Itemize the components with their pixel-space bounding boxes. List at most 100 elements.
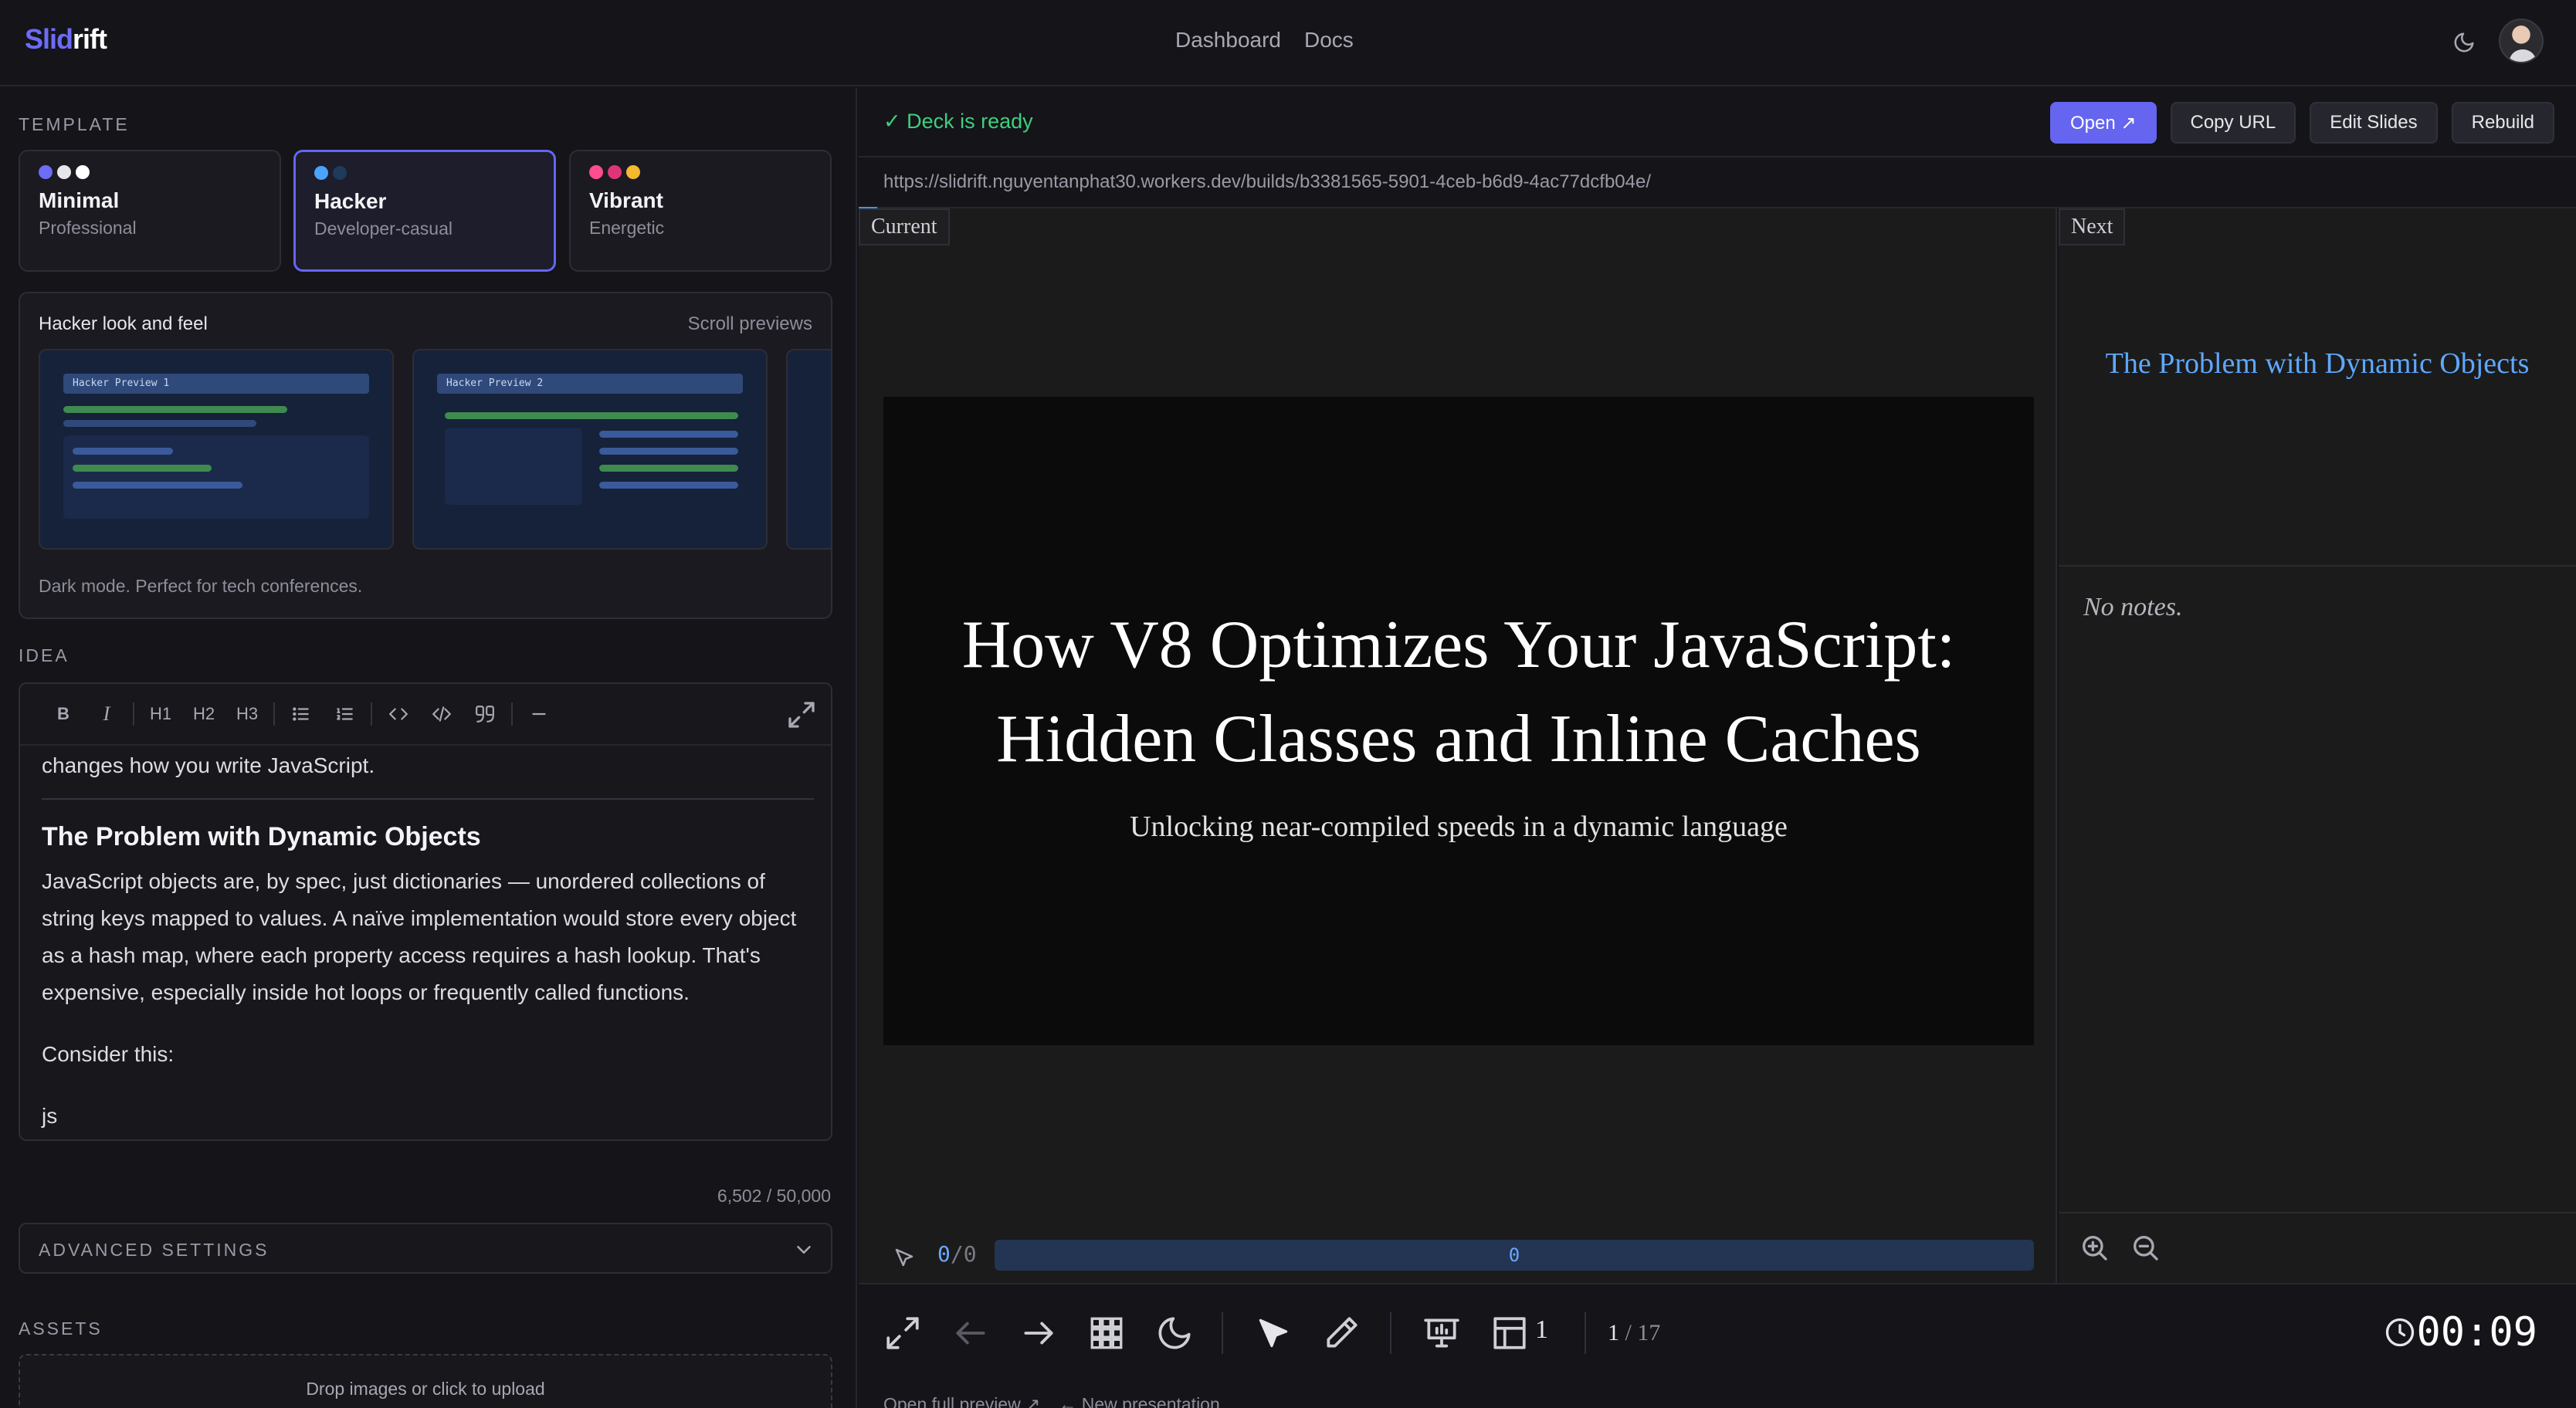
italic-button[interactable]: I [85,695,128,733]
zoom-out-icon[interactable] [2130,1232,2161,1263]
next-label: Next [2059,208,2126,245]
preview-thumbnail-3[interactable] [786,349,831,550]
next-slide-title[interactable]: The Problem with Dynamic Objects [2090,344,2545,383]
template-subtitle: Professional [39,218,137,238]
layout-number: 1 [1535,1315,1548,1344]
pen-icon[interactable] [1322,1314,1361,1352]
chevron-down-icon [797,1246,811,1254]
toolbar-divider [133,702,134,726]
look-description: Dark mode. Perfect for tech conferences. [39,576,363,596]
template-card-hacker[interactable]: Hacker Developer-casual [293,150,556,272]
new-presentation-link[interactable]: ← New presentation [1059,1394,1219,1408]
horizontal-rule-icon [532,712,546,716]
look-and-feel-panel: Hacker look and feel Scroll previews Hac… [19,292,832,619]
h2-button[interactable]: H2 [182,695,225,733]
toolbar-divider [1390,1312,1391,1354]
preview-label: Hacker Preview 1 [73,377,170,389]
editor-heading: The Problem with Dynamic Objects [42,822,481,851]
color-dot [333,166,347,180]
color-dots [314,166,535,180]
h1-button[interactable]: H1 [139,695,182,733]
template-subtitle: Energetic [589,218,665,238]
presentation-icon[interactable] [1422,1314,1461,1352]
presentation-timer[interactable]: 00:09 [2416,1309,2537,1356]
grid-icon[interactable] [1087,1314,1126,1352]
asset-dropzone[interactable]: Drop images or click to upload [19,1354,832,1408]
moon-icon[interactable] [1155,1314,1194,1352]
pointer-track[interactable]: 0 [995,1240,2034,1271]
preview-line [599,448,738,455]
counter-separator: / [950,1241,964,1267]
pointer-count: 0 [937,1241,951,1267]
preview-line [599,465,738,472]
preview-line [599,482,738,489]
preview-thumbnail-2[interactable]: Hacker Preview 2 [412,349,768,550]
preview-label: Hacker Preview 2 [446,377,544,389]
assets-section-label: ASSETS [19,1318,103,1339]
slide-page-counter: 1 / 17 [1608,1320,1660,1346]
current-page: 1 [1608,1320,1619,1345]
editor-text-line: changes how you write JavaScript. [42,753,375,777]
pointer-icon[interactable] [1254,1314,1293,1352]
ordered-list-icon [337,708,353,720]
advanced-settings-toggle[interactable]: ADVANCED SETTINGS [19,1223,832,1274]
next-slide-pane: Next The Problem with Dynamic Objects No… [2059,208,2576,1283]
dropzone-label: Drop images or click to upload [306,1379,545,1399]
edit-slides-button[interactable]: Edit Slides [2310,102,2438,144]
ordered-list-button[interactable] [323,695,366,733]
preview-block [445,428,582,505]
open-button[interactable]: Open ↗ [2050,102,2157,144]
preview-line [73,482,242,489]
copy-url-button[interactable]: Copy URL [2170,102,2296,144]
fullscreen-icon[interactable] [883,1314,922,1352]
preview-thumbnail-1[interactable]: Hacker Preview 1 [39,349,394,550]
template-name: Hacker [314,189,387,213]
left-panel: TEMPLATE Minimal Professional Hacker Dev… [0,88,857,1408]
theme-toggle-button[interactable] [2445,23,2483,62]
template-card-vibrant[interactable]: Vibrant Energetic [569,150,832,272]
pointer-icon[interactable] [893,1246,916,1269]
advanced-settings-label: ADVANCED SETTINGS [39,1240,269,1260]
arrow-right-icon[interactable] [1019,1314,1058,1352]
app-logo[interactable]: Slidrift [25,23,107,56]
color-dot [589,165,603,179]
clock-icon [2385,1318,2415,1347]
deck-url[interactable]: https://slidrift.nguyentanphat30.workers… [883,171,1651,193]
h3-button[interactable]: H3 [225,695,269,733]
idea-editor[interactable]: B I H1 H2 H3 changes how you write JavaS… [19,682,832,1141]
slide-title: How V8 Optimizes Your JavaScript: Hidden… [961,608,1956,777]
avatar[interactable] [2499,19,2544,63]
quote-button[interactable] [463,695,507,733]
editor-content[interactable]: changes how you write JavaScript. The Pr… [42,746,814,1135]
expand-editor-button[interactable] [786,699,817,730]
nav-docs-link[interactable]: Docs [1304,28,1354,52]
pointer-track-value: 0 [1508,1244,1520,1266]
toolbar-divider [371,702,372,726]
editor-divider [42,798,814,800]
moon-icon [2454,32,2474,52]
color-dot [351,166,365,180]
toolbar-divider [1222,1312,1223,1354]
pointer-total: 0 [963,1241,977,1267]
code-block-button[interactable] [420,695,463,733]
look-title: Hacker look and feel [39,313,208,334]
current-slide[interactable]: How V8 Optimizes Your JavaScript: Hidden… [883,397,2034,1045]
preview-header: Hacker Preview 2 [437,374,743,394]
rebuild-button[interactable]: Rebuild [2451,102,2554,144]
logo-part-b: rift [73,23,107,55]
inline-code-button[interactable] [377,695,420,733]
open-full-preview-link[interactable]: Open full preview ↗ [883,1394,1040,1408]
horizontal-rule-button[interactable] [517,695,561,733]
nav-dashboard-link[interactable]: Dashboard [1175,28,1281,52]
character-counter: 6,502 / 50,000 [717,1186,831,1206]
expand-icon [788,702,815,728]
pane-divider [2059,565,2576,567]
arrow-left-icon[interactable] [951,1314,990,1352]
bold-button[interactable]: B [42,695,85,733]
deck-url-bar: https://slidrift.nguyentanphat30.workers… [859,156,2576,208]
bullet-list-button[interactable] [280,695,323,733]
template-card-minimal[interactable]: Minimal Professional [19,150,281,272]
layout-icon[interactable] [1490,1314,1529,1352]
pointer-counter: 0/0 [937,1241,977,1267]
zoom-in-icon[interactable] [2079,1232,2110,1263]
